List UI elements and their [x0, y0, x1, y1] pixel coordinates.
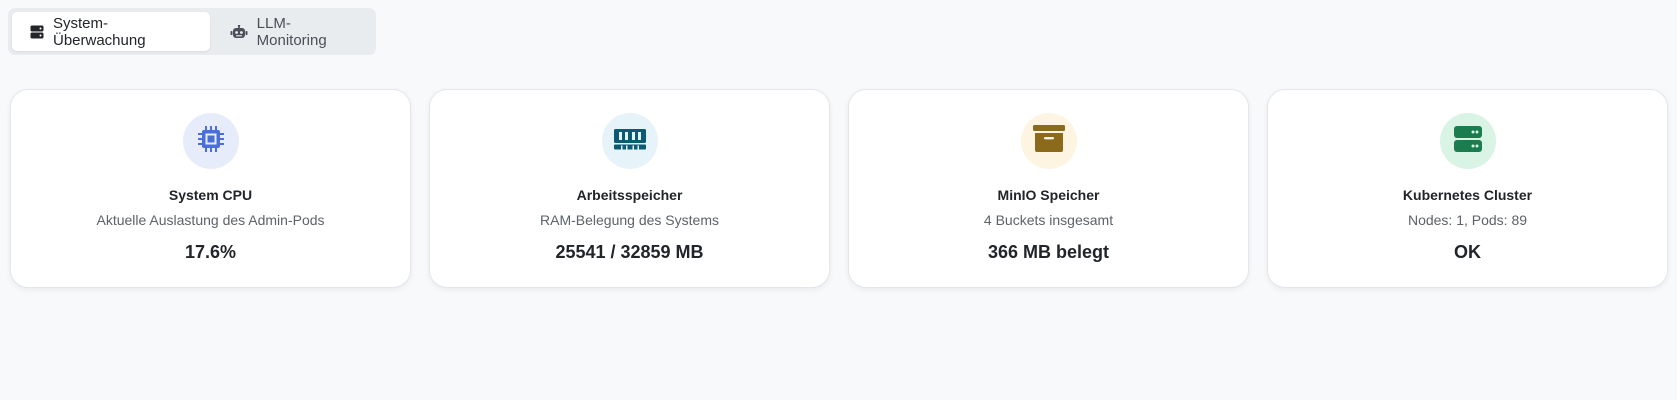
card-subtitle: Aktuelle Auslastung des Admin-Pods [96, 212, 325, 228]
tab-system-ueberwachung[interactable]: System-Überwachung [12, 12, 210, 51]
card-minio-speicher: MinIO Speicher 4 Buckets insgesamt 366 M… [848, 89, 1249, 288]
card-kubernetes-cluster: Kubernetes Cluster Nodes: 1, Pods: 89 OK [1267, 89, 1668, 288]
card-title: Kubernetes Cluster [1402, 187, 1533, 203]
card-arbeitsspeicher: Arbeitsspeicher RAM-Belegung des Systems… [429, 89, 830, 288]
tab-label: LLM-Monitoring [256, 14, 327, 49]
cpu-icon [196, 124, 226, 159]
card-value: 17.6% [184, 242, 237, 262]
card-title: Arbeitsspeicher [576, 187, 683, 203]
card-title: MinIO Speicher [997, 187, 1100, 203]
card-title: System CPU [168, 187, 253, 203]
tab-label: System-Überwachung [53, 14, 146, 49]
card-value: 25541 / 32859 MB [555, 242, 704, 262]
server-icon [1453, 125, 1483, 158]
card-subtitle: 4 Buckets insgesamt [983, 212, 1114, 228]
memory-icon [613, 126, 647, 157]
robot-icon [230, 24, 248, 39]
card-value: OK [1454, 242, 1481, 262]
metrics-cards: System CPU Aktuelle Auslastung des Admin… [10, 89, 1668, 288]
card-subtitle: Nodes: 1, Pods: 89 [1407, 212, 1528, 228]
server-icon [30, 25, 44, 39]
icon-circle [182, 113, 239, 169]
icon-circle [601, 113, 658, 169]
card-value: 366 MB belegt [987, 242, 1110, 262]
tab-bar: System-Überwachung LLM-Monitoring [8, 8, 376, 55]
card-system-cpu: System CPU Aktuelle Auslastung des Admin… [10, 89, 411, 288]
tab-llm-monitoring[interactable]: LLM-Monitoring [212, 12, 372, 51]
archive-icon [1032, 124, 1065, 159]
card-subtitle: RAM-Belegung des Systems [540, 212, 719, 228]
icon-circle [1439, 113, 1496, 169]
icon-circle [1020, 113, 1077, 169]
